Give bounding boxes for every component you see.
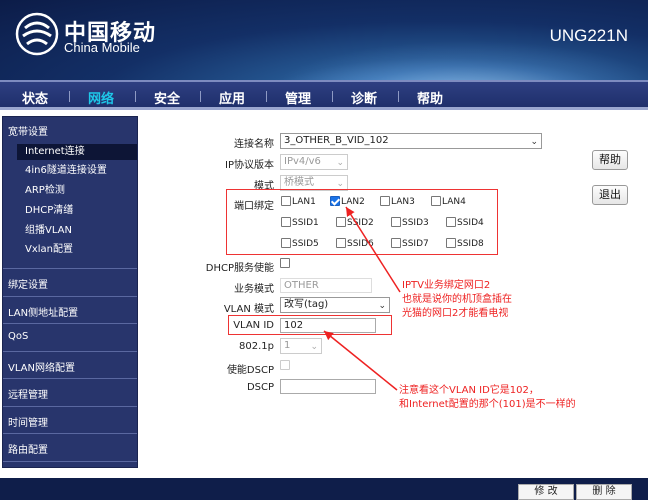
arrow-to-vlan-id (323, 330, 398, 391)
iptv-annotation: IPTV业务绑定网口2 也就是说你的机顶盒插在 光猫的网口2才能看电视 (402, 280, 512, 319)
delete-button[interactable]: 删 除 (576, 484, 632, 500)
modify-button[interactable]: 修 改 (518, 484, 574, 500)
annotation-arrows (323, 206, 401, 391)
arrow-to-lan2 (345, 206, 401, 293)
vlan-annotation: 注意看这个VLAN ID它是102， 和Internet配置的那个(101)是不… (399, 385, 576, 410)
